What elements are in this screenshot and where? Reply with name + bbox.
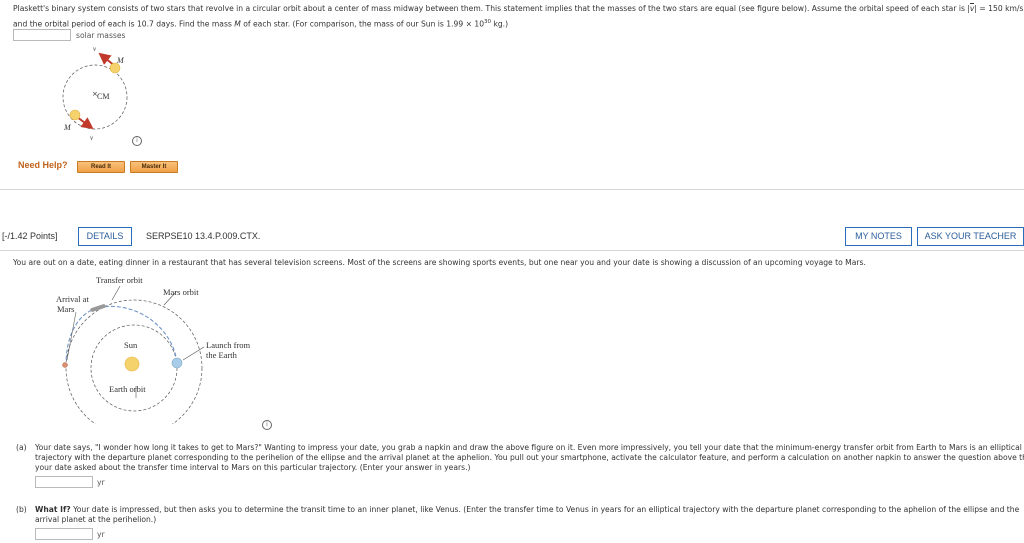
part-a-answer-input[interactable] xyxy=(35,476,93,488)
details-button[interactable]: DETAILS xyxy=(78,227,132,246)
part-a-unit: yr xyxy=(97,478,105,487)
part-a-line3: your date asked about the transfer time … xyxy=(35,463,471,472)
part-b-line2: arrival planet at the perihelion.) xyxy=(35,515,157,524)
exponent: 30 xyxy=(484,19,492,25)
bottom-star xyxy=(69,109,81,121)
earth-orbit-label: Earth orbit xyxy=(109,384,146,394)
problem1-text-line1: Plaskett's binary system consists of two… xyxy=(13,3,1023,14)
spacecraft xyxy=(90,304,106,312)
earth xyxy=(171,357,183,369)
what-if-label: What If? xyxy=(35,505,71,514)
sun-label: Sun xyxy=(124,340,138,350)
solar-masses-answer-input[interactable] xyxy=(13,29,71,41)
part-a-tag: (a) xyxy=(16,443,27,452)
part-b-answer-input[interactable] xyxy=(35,528,93,540)
top-star-label: M xyxy=(116,56,125,65)
top-v-label: v xyxy=(93,45,97,53)
problem1-line2-c: kg.) xyxy=(491,19,509,29)
problem1-line2-a: and the orbital period of each is 10.7 d… xyxy=(13,19,235,29)
info-icon[interactable]: i xyxy=(132,136,142,146)
master-it-button[interactable]: Master It xyxy=(130,161,178,173)
part-b-line1: What If? Your date is impressed, but the… xyxy=(35,504,1019,515)
mars-orbit-label: Mars orbit xyxy=(163,287,199,297)
sun xyxy=(124,356,140,372)
header-separator xyxy=(0,250,1024,251)
problem1-line2-b: of each star. (For comparison, the mass … xyxy=(240,19,485,29)
problem1-line1-tail: | = 150 km/s xyxy=(974,4,1024,13)
problem-code: SERPSE10 13.4.P.009.CTX. xyxy=(146,231,261,241)
read-it-button[interactable]: Read It xyxy=(77,161,125,173)
arrival-leader xyxy=(66,311,77,361)
need-help-label: Need Help? xyxy=(18,160,68,170)
bottom-v-label: v xyxy=(90,134,94,142)
bottom-velocity-arrow xyxy=(76,116,94,130)
part-b-unit: yr xyxy=(97,530,105,539)
info-icon-2[interactable]: i xyxy=(262,420,272,430)
launch-label-2: the Earth xyxy=(206,350,238,360)
arrival-label-2: Mars xyxy=(57,304,74,314)
problem2-intro: You are out on a date, eating dinner in … xyxy=(13,258,866,267)
problem1-line1: Plaskett's binary system consists of two… xyxy=(13,4,970,13)
part-b-line1-text: Your date is impressed, but then asks yo… xyxy=(70,505,1020,514)
launch-label-1: Launch from xyxy=(206,340,251,350)
ask-your-teacher-button[interactable]: ASK YOUR TEACHER xyxy=(917,227,1024,246)
mars xyxy=(62,362,68,368)
launch-leader xyxy=(182,346,205,361)
mars-transfer-figure: Transfer orbit Mars orbit Arrival at Mar… xyxy=(56,275,251,424)
cm-label: CM xyxy=(97,92,109,101)
my-notes-button[interactable]: MY NOTES xyxy=(845,227,912,246)
problem-separator xyxy=(0,189,1024,190)
transfer-orbit-label: Transfer orbit xyxy=(96,275,143,285)
part-b-tag: (b) xyxy=(16,505,27,514)
bottom-star-label: M xyxy=(63,123,72,132)
solar-masses-unit: solar masses xyxy=(76,31,126,40)
arrival-label-1: Arrival at xyxy=(56,294,89,304)
problem1-text-line2: and the orbital period of each is 10.7 d… xyxy=(13,17,508,30)
transfer-orbit-leader xyxy=(111,285,121,301)
points-label: [-/1.42 Points] xyxy=(2,231,58,241)
binary-star-figure: × M M CM v v xyxy=(62,45,128,142)
